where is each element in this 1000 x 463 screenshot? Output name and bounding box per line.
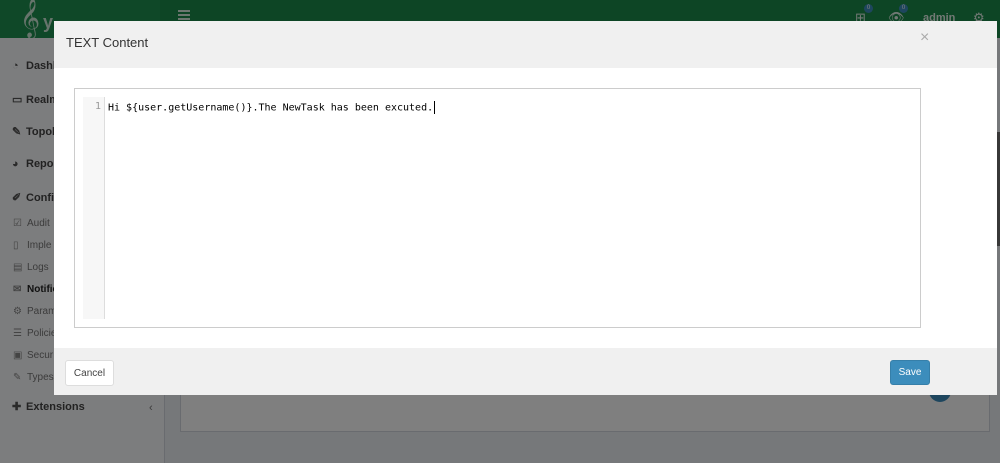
modal-footer: Cancel Save: [54, 348, 997, 395]
line-gutter: 1: [83, 97, 105, 319]
modal-header: TEXT Content ×: [54, 21, 997, 68]
cancel-button[interactable]: Cancel: [65, 360, 114, 386]
editor-line[interactable]: Hi ${user.getUsername()}.The NewTask has…: [108, 101, 436, 114]
text-content-modal: TEXT Content × 1 Hi ${user.getUsername()…: [54, 21, 997, 395]
code-editor[interactable]: 1 Hi ${user.getUsername()}.The NewTask h…: [74, 88, 921, 328]
line-number: 1: [94, 101, 101, 112]
modal-body: 1 Hi ${user.getUsername()}.The NewTask h…: [54, 68, 997, 348]
text-cursor: [434, 101, 436, 114]
modal-title: TEXT Content: [66, 35, 149, 50]
save-button[interactable]: Save: [890, 360, 930, 385]
close-icon[interactable]: ×: [920, 29, 929, 47]
editor-text[interactable]: Hi ${user.getUsername()}.The NewTask has…: [108, 103, 433, 114]
